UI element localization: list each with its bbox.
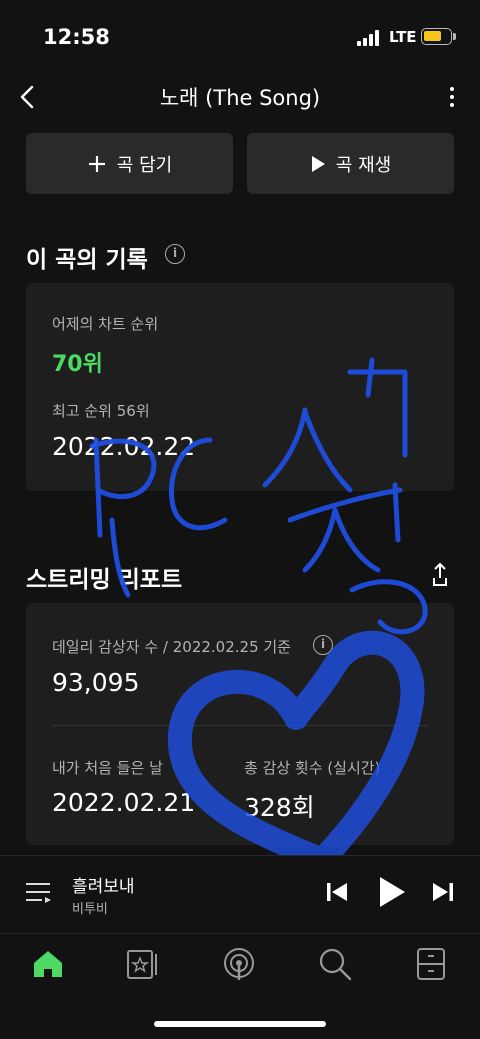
previous-icon <box>327 883 347 901</box>
signal-icon <box>357 30 383 46</box>
library-icon <box>127 950 157 979</box>
daily-listeners-value: 93,095 <box>52 668 140 697</box>
battery-icon <box>421 28 452 45</box>
top-bar: 노래 (The Song) <box>0 76 480 118</box>
plus-icon <box>88 155 105 172</box>
podcast-icon <box>224 948 254 980</box>
nav-home[interactable] <box>30 946 66 982</box>
best-rank-date: 2022.02.22 <box>52 432 196 461</box>
home-icon <box>34 951 62 977</box>
divider <box>52 725 428 726</box>
add-song-label: 곡 담기 <box>116 154 173 176</box>
nav-library[interactable] <box>125 946 161 982</box>
mini-player[interactable]: 흘려보내 비투비 <box>0 855 480 933</box>
track-title: 흘려보내 <box>72 877 135 897</box>
info-icon[interactable]: i <box>165 244 185 264</box>
play-icon <box>380 877 405 907</box>
best-rank-label: 최고 순위 56위 <box>52 402 150 420</box>
record-section-title: 이 곡의 기록 <box>26 247 148 273</box>
play-icon <box>311 155 325 172</box>
network-label: LTE <box>389 28 417 46</box>
share-icon <box>433 562 447 586</box>
search-icon <box>319 948 352 981</box>
home-indicator <box>154 1021 326 1027</box>
total-plays-value: 328회 <box>244 793 315 822</box>
next-button[interactable] <box>431 880 455 904</box>
nav-search[interactable] <box>317 946 353 982</box>
page-title: 노래 (The Song) <box>159 86 321 110</box>
nav-storage[interactable] <box>413 946 449 982</box>
add-song-button[interactable]: 곡 담기 <box>26 133 233 194</box>
battery-cap <box>453 33 456 40</box>
status-bar: 12:58 LTE <box>0 0 480 76</box>
daily-listeners-label: 데일리 감상자 수 / 2022.02.25 기준 <box>52 638 291 656</box>
queue-icon <box>26 883 51 903</box>
info-icon[interactable]: i <box>313 635 333 655</box>
play-pause-button[interactable] <box>378 876 406 908</box>
nav-podcast[interactable] <box>221 946 257 982</box>
next-icon <box>433 883 453 901</box>
more-button[interactable] <box>442 80 462 114</box>
report-section-title: 스트리밍 리포트 <box>26 567 183 593</box>
first-listen-value: 2022.02.21 <box>52 788 196 817</box>
share-button[interactable] <box>426 560 454 588</box>
status-time: 12:58 <box>43 25 110 49</box>
total-plays-label: 총 감상 횟수 (실시간) <box>244 759 381 777</box>
queue-button[interactable] <box>24 878 52 906</box>
play-song-label: 곡 재생 <box>335 154 392 176</box>
yesterday-rank-value: 70위 <box>52 352 103 377</box>
storage-icon <box>417 948 445 980</box>
previous-button[interactable] <box>325 880 349 904</box>
track-artist: 비투비 <box>72 902 108 917</box>
play-song-button[interactable]: 곡 재생 <box>247 133 454 194</box>
first-listen-label: 내가 처음 들은 날 <box>52 759 163 777</box>
yesterday-rank-label: 어제의 차트 순위 <box>52 315 159 333</box>
